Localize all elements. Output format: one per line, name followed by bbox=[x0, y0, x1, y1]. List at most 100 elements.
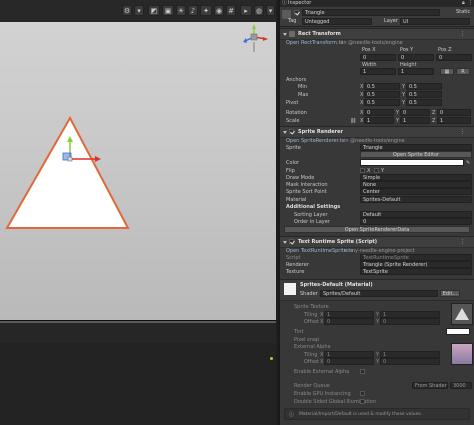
info-icon: ⓘ bbox=[282, 0, 288, 6]
audio-toggle-button[interactable]: ♪ bbox=[188, 5, 198, 16]
mask-interaction-dropdown[interactable]: None bbox=[360, 181, 472, 188]
inspector-tab-bar: ⓘ Inspector 🔒︎ ⋮ bbox=[280, 0, 474, 7]
render-queue-mode-dropdown[interactable]: From Shader bbox=[412, 382, 448, 389]
material-field[interactable]: Sprites-Default bbox=[360, 196, 472, 203]
inspector-tab[interactable]: Inspector bbox=[288, 0, 311, 7]
inspector-panel: ⓘ Inspector 🔒︎ ⋮ Triangle Static Tag Unt… bbox=[278, 0, 474, 425]
shader-label: Shader bbox=[300, 291, 318, 297]
offset2-y-field[interactable]: 0 bbox=[380, 358, 440, 365]
color-row: Color ✎ bbox=[280, 159, 474, 167]
offset2-row: Offset X 0 Y 0 bbox=[280, 358, 474, 366]
scale-y-field[interactable]: 1 bbox=[400, 117, 430, 124]
tint-swatch[interactable] bbox=[446, 328, 470, 335]
additional-settings-row: Additional Settings bbox=[280, 203, 474, 211]
rotation-z-field[interactable]: 0 bbox=[437, 109, 471, 116]
order-in-layer-field[interactable]: 0 bbox=[360, 218, 472, 225]
size-values-row: 1 1 ▦ R bbox=[280, 68, 474, 76]
sprite-field[interactable]: Triangle bbox=[360, 144, 472, 151]
anchor-min-x-field[interactable]: 0.5 bbox=[364, 83, 400, 90]
gizmos-button[interactable]: ◍ bbox=[254, 5, 264, 16]
scale-link-icon[interactable]: ⛓︎ bbox=[350, 117, 356, 125]
scene-view[interactable] bbox=[0, 22, 276, 320]
texture-label: Texture bbox=[286, 269, 305, 275]
renderer-field[interactable]: Triangle (Sprite Renderer) bbox=[360, 261, 472, 268]
material-header[interactable]: Sprites-Default (Material) Shader Sprite… bbox=[280, 279, 474, 301]
pivot-y-field[interactable]: 0.5 bbox=[406, 99, 442, 106]
offset-x-field[interactable]: 0 bbox=[324, 318, 374, 325]
grid-toggle-button[interactable]: # bbox=[226, 5, 236, 16]
info-icon: ⓘ bbox=[289, 412, 295, 418]
tag-dropdown[interactable]: Untagged bbox=[302, 18, 372, 25]
render-queue-field[interactable]: 3000 bbox=[450, 382, 472, 389]
scale-z-field[interactable]: 1 bbox=[437, 117, 471, 124]
layer-dropdown[interactable]: UI bbox=[400, 18, 470, 25]
offset-y-field[interactable]: 0 bbox=[380, 318, 440, 325]
gizmos-dropdown-button[interactable]: ▾ bbox=[266, 5, 275, 16]
sort-point-dropdown[interactable]: Center bbox=[360, 188, 472, 195]
2d-toggle-button[interactable]: ▣ bbox=[162, 5, 174, 16]
fold-arrow-icon[interactable] bbox=[283, 241, 287, 244]
lighting-toggle-button[interactable]: ☀ bbox=[176, 5, 186, 16]
scene-gizmo-icon[interactable] bbox=[243, 24, 268, 52]
pos-x-field[interactable]: 0 bbox=[360, 54, 396, 61]
tag-label: Tag bbox=[288, 18, 297, 24]
layer-label: Layer bbox=[384, 18, 398, 24]
offset-row: Offset X 0 Y 0 bbox=[280, 318, 474, 326]
camera-settings-button[interactable]: ▸ bbox=[240, 5, 252, 16]
width-field[interactable]: 1 bbox=[360, 68, 396, 75]
draw-mode-button[interactable]: ◩ bbox=[148, 5, 160, 16]
triangle-sprite[interactable] bbox=[5, 115, 130, 229]
gpu-instancing-checkbox[interactable] bbox=[360, 391, 365, 396]
effects-toggle-button[interactable]: ✦ bbox=[200, 5, 212, 16]
component-menu-icon[interactable]: ⋮ bbox=[460, 29, 465, 39]
panel-divider[interactable] bbox=[0, 321, 276, 323]
blueprint-button[interactable]: ▦ bbox=[440, 68, 454, 75]
texture-field[interactable]: TextSprite bbox=[360, 268, 472, 275]
enable-external-alpha-checkbox[interactable] bbox=[360, 369, 365, 374]
pivot-x-field[interactable]: 0.5 bbox=[364, 99, 400, 106]
open-sprite-editor-button[interactable]: Open Sprite Editor bbox=[360, 151, 472, 158]
color-swatch[interactable] bbox=[360, 159, 464, 166]
rotation-y-field[interactable]: 0 bbox=[400, 109, 430, 116]
pos-z-field[interactable]: 0 bbox=[436, 54, 472, 61]
tool-settings-button[interactable]: ⚙ bbox=[122, 5, 132, 16]
enable-external-alpha-row: Enable External Alpha bbox=[280, 368, 474, 376]
height-field[interactable]: 1 bbox=[398, 68, 434, 75]
tiling2-y-field[interactable]: 1 bbox=[380, 351, 440, 358]
anchor-min-y-field[interactable]: 0.5 bbox=[406, 83, 442, 90]
tiling2-x-field[interactable]: 1 bbox=[324, 351, 374, 358]
active-checkbox[interactable] bbox=[294, 10, 299, 15]
component-menu-icon[interactable]: ⋮ bbox=[460, 237, 465, 247]
menu-icon[interactable]: ⋮ bbox=[468, 0, 473, 7]
sprite-renderer-enabled-checkbox[interactable] bbox=[289, 129, 294, 134]
additional-settings-foldout[interactable]: Additional Settings bbox=[286, 203, 340, 211]
pos-y-field[interactable]: 0 bbox=[398, 54, 434, 61]
shader-dropdown[interactable]: Sprites/Default bbox=[320, 290, 438, 297]
flip-x-checkbox[interactable] bbox=[360, 168, 365, 173]
fold-arrow-icon[interactable] bbox=[283, 33, 287, 36]
sorting-layer-dropdown[interactable]: Default bbox=[360, 211, 472, 218]
fold-arrow-icon[interactable] bbox=[283, 131, 287, 134]
scene-tool-button[interactable]: ▾ bbox=[134, 5, 144, 16]
anchor-max-x-field[interactable]: 0.5 bbox=[364, 91, 400, 98]
text-runtime-enabled-checkbox[interactable] bbox=[289, 239, 294, 244]
offset2-x-field[interactable]: 0 bbox=[324, 358, 374, 365]
scale-x-field[interactable]: 1 bbox=[364, 117, 394, 124]
flip-y-checkbox[interactable] bbox=[374, 168, 379, 173]
raw-edit-button[interactable]: R bbox=[456, 68, 470, 75]
eyedropper-icon[interactable]: ✎ bbox=[466, 159, 470, 167]
visibility-toggle-button[interactable]: ◉ bbox=[214, 5, 224, 16]
tiling-x-field[interactable]: 1 bbox=[324, 311, 374, 318]
draw-mode-dropdown[interactable]: Simple bbox=[360, 174, 472, 181]
external-alpha-row: External Alpha bbox=[280, 343, 474, 351]
open-sprite-renderer-data-button[interactable]: Open SpriteRendererData bbox=[284, 226, 470, 233]
component-menu-icon[interactable]: ⋮ bbox=[460, 127, 465, 137]
shader-edit-button[interactable]: Edit... bbox=[440, 290, 460, 297]
lock-icon[interactable]: 🔒︎ bbox=[462, 0, 465, 7]
object-name-field[interactable]: Triangle bbox=[302, 9, 440, 16]
rotation-x-field[interactable]: 0 bbox=[364, 109, 394, 116]
anchor-max-y-field[interactable]: 0.5 bbox=[406, 91, 442, 98]
double-sided-gi-checkbox[interactable] bbox=[360, 399, 365, 404]
tiling-y-field[interactable]: 1 bbox=[380, 311, 440, 318]
static-label[interactable]: Static bbox=[456, 9, 470, 16]
